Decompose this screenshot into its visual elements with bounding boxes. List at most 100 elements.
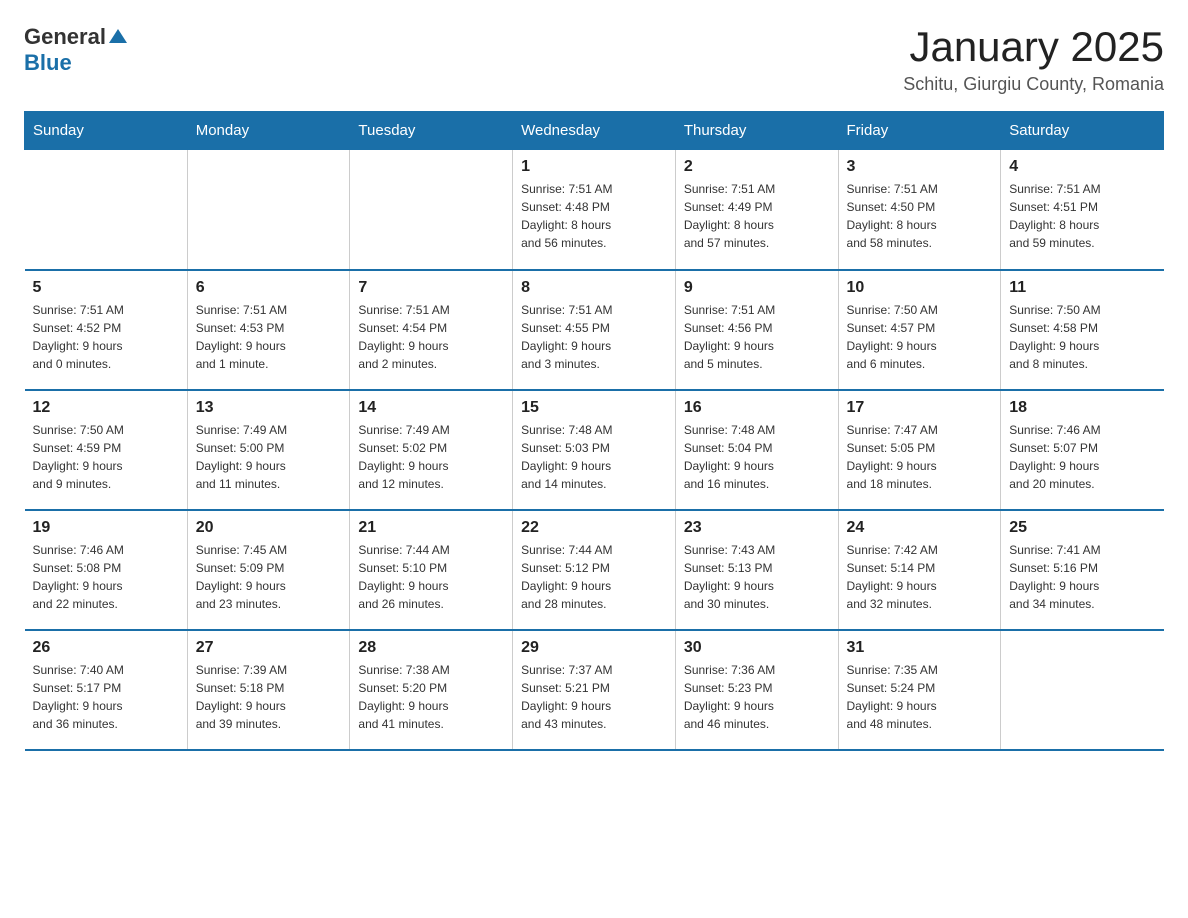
calendar-week-row: 12 Sunrise: 7:50 AMSunset: 4:59 PMDayligh… [25, 390, 1164, 510]
day-number: 30 [684, 639, 830, 657]
logo-blue: Blue [24, 50, 72, 76]
calendar-week-row: 19Sunrise: 7:46 AMSunset: 5:08 PMDayligh… [25, 510, 1164, 630]
calendar-cell: 12 Sunrise: 7:50 AMSunset: 4:59 PMDayligh… [25, 390, 188, 510]
calendar-cell: 5 Sunrise: 7:51 AMSunset: 4:52 PMDaylight… [25, 270, 188, 390]
page-header: General Blue January 2025 Schitu, Giurgi… [24, 24, 1164, 95]
day-number: 8 [521, 279, 667, 297]
day-number: 21 [358, 519, 504, 537]
day-number: 28 [358, 639, 504, 657]
calendar-cell: 8Sunrise: 7:51 AMSunset: 4:55 PMDaylight… [513, 270, 676, 390]
day-number: 3 [847, 158, 993, 176]
day-info: Sunrise: 7:41 AMSunset: 5:16 PMDaylight:… [1009, 541, 1155, 613]
day-info: Sunrise: 7:47 AMSunset: 5:05 PMDaylight:… [847, 421, 993, 493]
calendar-cell: 25Sunrise: 7:41 AMSunset: 5:16 PMDayligh… [1001, 510, 1164, 630]
day-info: Sunrise: 7:51 AMSunset: 4:52 PMDaylight:… [33, 301, 179, 373]
day-number: 7 [358, 279, 504, 297]
calendar-cell [350, 150, 513, 270]
day-info: Sunrise: 7:50 AMSunset: 4:59 PMDaylight:… [33, 421, 179, 493]
day-number: 20 [196, 519, 342, 537]
day-info: Sunrise: 7:37 AMSunset: 5:21 PMDaylight:… [521, 661, 667, 733]
day-info: Sunrise: 7:51 AMSunset: 4:49 PMDaylight:… [684, 180, 830, 252]
day-info: Sunrise: 7:48 AMSunset: 5:03 PMDaylight:… [521, 421, 667, 493]
day-info: Sunrise: 7:51 AMSunset: 4:53 PMDaylight:… [196, 301, 342, 373]
day-number: 24 [847, 519, 993, 537]
logo: General Blue [24, 24, 127, 76]
calendar-table: SundayMondayTuesdayWednesdayThursdayFrid… [24, 111, 1164, 751]
calendar-title-section: January 2025 Schitu, Giurgiu County, Rom… [903, 24, 1164, 95]
day-number: 22 [521, 519, 667, 537]
day-info: Sunrise: 7:50 AMSunset: 4:58 PMDaylight:… [1009, 301, 1155, 373]
calendar-cell [187, 150, 350, 270]
calendar-cell: 10Sunrise: 7:50 AMSunset: 4:57 PMDayligh… [838, 270, 1001, 390]
day-number: 23 [684, 519, 830, 537]
day-number: 13 [196, 399, 342, 417]
calendar-week-row: 5 Sunrise: 7:51 AMSunset: 4:52 PMDaylight… [25, 270, 1164, 390]
day-info: Sunrise: 7:51 AMSunset: 4:56 PMDaylight:… [684, 301, 830, 373]
calendar-cell: 16Sunrise: 7:48 AMSunset: 5:04 PMDayligh… [675, 390, 838, 510]
header-tuesday: Tuesday [350, 112, 513, 150]
calendar-cell: 6 Sunrise: 7:51 AMSunset: 4:53 PMDaylight… [187, 270, 350, 390]
day-number: 12 [33, 399, 179, 417]
calendar-cell: 11Sunrise: 7:50 AMSunset: 4:58 PMDayligh… [1001, 270, 1164, 390]
calendar-cell: 15 Sunrise: 7:48 AMSunset: 5:03 PMDayligh… [513, 390, 676, 510]
day-info: Sunrise: 7:51 AMSunset: 4:54 PMDaylight:… [358, 301, 504, 373]
header-monday: Monday [187, 112, 350, 150]
header-thursday: Thursday [675, 112, 838, 150]
logo-general: General [24, 24, 106, 50]
calendar-cell: 29 Sunrise: 7:37 AMSunset: 5:21 PMDayligh… [513, 630, 676, 750]
day-number: 19 [33, 519, 179, 537]
calendar-cell: 2 Sunrise: 7:51 AMSunset: 4:49 PMDaylight… [675, 150, 838, 270]
calendar-cell: 24Sunrise: 7:42 AMSunset: 5:14 PMDayligh… [838, 510, 1001, 630]
day-info: Sunrise: 7:49 AMSunset: 5:00 PMDaylight:… [196, 421, 342, 493]
day-info: Sunrise: 7:45 AMSunset: 5:09 PMDaylight:… [196, 541, 342, 613]
day-info: Sunrise: 7:51 AMSunset: 4:48 PMDaylight:… [521, 180, 667, 252]
day-info: Sunrise: 7:39 AMSunset: 5:18 PMDaylight:… [196, 661, 342, 733]
day-number: 6 [196, 279, 342, 297]
calendar-cell: 3 Sunrise: 7:51 AMSunset: 4:50 PMDaylight… [838, 150, 1001, 270]
calendar-cell: 4 Sunrise: 7:51 AMSunset: 4:51 PMDaylight… [1001, 150, 1164, 270]
calendar-cell: 26Sunrise: 7:40 AMSunset: 5:17 PMDayligh… [25, 630, 188, 750]
calendar-cell: 9 Sunrise: 7:51 AMSunset: 4:56 PMDaylight… [675, 270, 838, 390]
calendar-cell [25, 150, 188, 270]
calendar-cell: 30Sunrise: 7:36 AMSunset: 5:23 PMDayligh… [675, 630, 838, 750]
day-info: Sunrise: 7:44 AMSunset: 5:10 PMDaylight:… [358, 541, 504, 613]
day-info: Sunrise: 7:38 AMSunset: 5:20 PMDaylight:… [358, 661, 504, 733]
day-number: 5 [33, 279, 179, 297]
calendar-cell: 22 Sunrise: 7:44 AMSunset: 5:12 PMDayligh… [513, 510, 676, 630]
calendar-header-row: SundayMondayTuesdayWednesdayThursdayFrid… [25, 112, 1164, 150]
day-info: Sunrise: 7:35 AMSunset: 5:24 PMDaylight:… [847, 661, 993, 733]
day-number: 9 [684, 279, 830, 297]
calendar-cell [1001, 630, 1164, 750]
day-info: Sunrise: 7:50 AMSunset: 4:57 PMDaylight:… [847, 301, 993, 373]
day-info: Sunrise: 7:51 AMSunset: 4:51 PMDaylight:… [1009, 180, 1155, 252]
calendar-cell: 19Sunrise: 7:46 AMSunset: 5:08 PMDayligh… [25, 510, 188, 630]
day-number: 1 [521, 158, 667, 176]
calendar-cell: 23 Sunrise: 7:43 AMSunset: 5:13 PMDayligh… [675, 510, 838, 630]
day-number: 31 [847, 639, 993, 657]
day-number: 27 [196, 639, 342, 657]
day-number: 17 [847, 399, 993, 417]
day-number: 2 [684, 158, 830, 176]
day-info: Sunrise: 7:43 AMSunset: 5:13 PMDaylight:… [684, 541, 830, 613]
calendar-cell: 20 Sunrise: 7:45 AMSunset: 5:09 PMDayligh… [187, 510, 350, 630]
header-sunday: Sunday [25, 112, 188, 150]
day-info: Sunrise: 7:48 AMSunset: 5:04 PMDaylight:… [684, 421, 830, 493]
calendar-cell: 21 Sunrise: 7:44 AMSunset: 5:10 PMDayligh… [350, 510, 513, 630]
day-info: Sunrise: 7:51 AMSunset: 4:50 PMDaylight:… [847, 180, 993, 252]
calendar-cell: 17 Sunrise: 7:47 AMSunset: 5:05 PMDayligh… [838, 390, 1001, 510]
day-info: Sunrise: 7:44 AMSunset: 5:12 PMDaylight:… [521, 541, 667, 613]
calendar-cell: 7 Sunrise: 7:51 AMSunset: 4:54 PMDaylight… [350, 270, 513, 390]
calendar-cell: 28 Sunrise: 7:38 AMSunset: 5:20 PMDayligh… [350, 630, 513, 750]
day-number: 29 [521, 639, 667, 657]
day-number: 4 [1009, 158, 1155, 176]
calendar-cell: 13 Sunrise: 7:49 AMSunset: 5:00 PMDayligh… [187, 390, 350, 510]
day-number: 15 [521, 399, 667, 417]
calendar-week-row: 26Sunrise: 7:40 AMSunset: 5:17 PMDayligh… [25, 630, 1164, 750]
logo-triangle-icon [109, 29, 127, 43]
header-saturday: Saturday [1001, 112, 1164, 150]
calendar-cell: 31 Sunrise: 7:35 AMSunset: 5:24 PMDayligh… [838, 630, 1001, 750]
calendar-cell: 18Sunrise: 7:46 AMSunset: 5:07 PMDayligh… [1001, 390, 1164, 510]
day-info: Sunrise: 7:40 AMSunset: 5:17 PMDaylight:… [33, 661, 179, 733]
calendar-title: January 2025 [903, 24, 1164, 70]
header-wednesday: Wednesday [513, 112, 676, 150]
